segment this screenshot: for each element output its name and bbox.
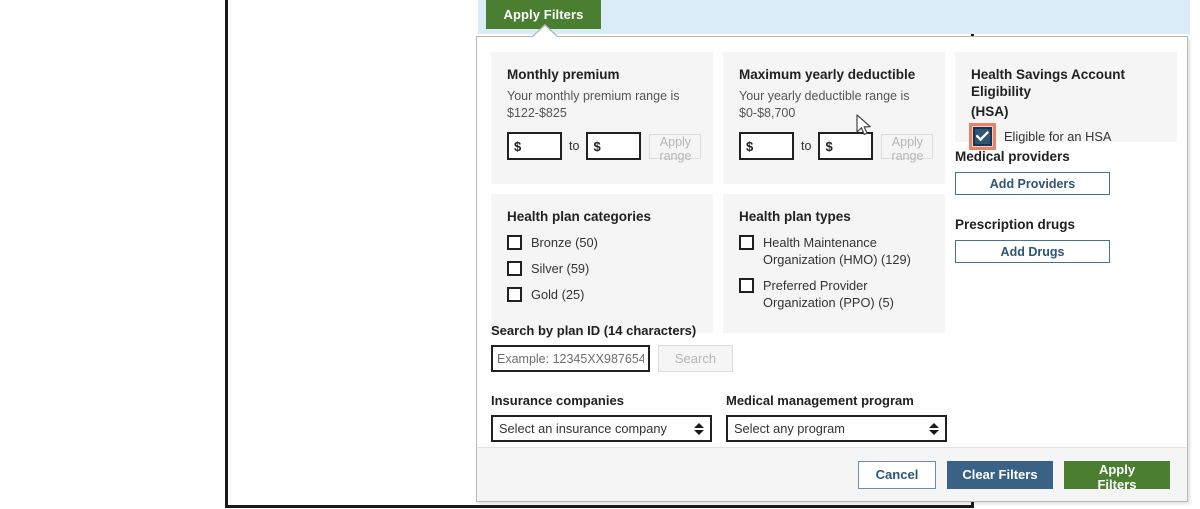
health-plan-types-title: Health plan types <box>739 209 851 224</box>
hsa-checkbox[interactable] <box>969 123 996 150</box>
category-bronze-row[interactable]: Bronze (50) <box>507 234 697 251</box>
monthly-premium-range-text: $122-$825 <box>507 106 567 120</box>
plan-type-ppo-label: Preferred Provider Organization (PPO) (5… <box>763 278 894 310</box>
medical-management-program-select[interactable]: Select any program <box>726 415 947 442</box>
hsa-checkbox-label: Eligible for an HSA <box>1004 129 1112 144</box>
search-by-plan-id-label: Search by plan ID (14 characters) <box>491 323 697 338</box>
health-plan-categories-card: Health plan categories Bronze (50) Silve… <box>491 194 713 333</box>
insurance-companies-select[interactable]: Select an insurance company <box>491 415 712 442</box>
add-providers-button[interactable]: Add Providers <box>955 172 1110 195</box>
plan-type-hmo-row[interactable]: Health Maintenance Organization (HMO) (1… <box>739 234 929 268</box>
category-silver-checkbox[interactable] <box>507 261 522 276</box>
medical-management-program-selected-value: Select any program <box>734 421 845 436</box>
search-by-plan-id-row: Search <box>491 345 733 372</box>
health-plan-types-card: Health plan types Health Maintenance Org… <box>723 194 945 333</box>
panel-caret-fill <box>532 26 558 38</box>
add-drugs-button[interactable]: Add Drugs <box>955 240 1110 263</box>
plan-type-hmo-label: Health Maintenance Organization (HMO) (1… <box>763 235 911 267</box>
category-bronze-label: Bronze (50) <box>531 235 598 250</box>
medical-management-program-group: Medical management program Select any pr… <box>726 393 947 442</box>
monthly-premium-apply-range-button[interactable]: Apply range <box>649 133 702 163</box>
category-gold-row[interactable]: Gold (25) <box>507 286 697 303</box>
medical-management-program-label: Medical management program <box>726 393 914 408</box>
category-gold-label: Gold (25) <box>531 287 585 302</box>
hsa-checkbox-row[interactable]: Eligible for an HSA <box>969 123 1161 150</box>
monthly-premium-to-label: to <box>569 139 580 153</box>
monthly-premium-max-input[interactable] <box>586 132 642 160</box>
medical-providers-title: Medical providers <box>955 149 1070 164</box>
screenshot-canvas: Apply Filters Monthly premium Your month… <box>0 0 1200 509</box>
max-deductible-apply-range-button[interactable]: Apply range <box>881 133 934 163</box>
medical-providers-section: Medical providers Add Providers <box>955 149 1110 195</box>
hsa-eligibility-card: Health Savings Account Eligibility (HSA)… <box>955 52 1177 150</box>
max-deductible-subtitle-line1: Your yearly deductible range is <box>739 89 910 103</box>
plan-type-hmo-checkbox[interactable] <box>739 235 754 250</box>
max-deductible-range-text: $0-$8,700 <box>739 106 796 120</box>
dropdown-filters-row: Insurance companies Select an insurance … <box>491 393 961 442</box>
prescription-drugs-section: Prescription drugs Add Drugs <box>955 217 1110 263</box>
max-yearly-deductible-card: Maximum yearly deductible Your yearly de… <box>723 52 945 184</box>
monthly-premium-min-input[interactable] <box>507 132 562 160</box>
plan-type-ppo-row[interactable]: Preferred Provider Organization (PPO) (5… <box>739 277 929 311</box>
select-updown-arrows-icon <box>928 421 939 437</box>
checkmark-icon <box>976 131 989 142</box>
plan-id-input[interactable] <box>491 345 650 372</box>
panel-footer: Cancel Clear Filters Apply Filters <box>477 447 1187 501</box>
monthly-premium-card: Monthly premium Your monthly premium ran… <box>491 52 713 184</box>
monthly-premium-subtitle-line1: Your monthly premium range is <box>507 89 680 103</box>
prescription-drugs-title: Prescription drugs <box>955 217 1076 232</box>
max-deductible-min-input[interactable] <box>739 132 794 160</box>
max-deductible-to-label: to <box>801 139 812 153</box>
insurance-companies-group: Insurance companies Select an insurance … <box>491 393 712 442</box>
monthly-premium-title: Monthly premium <box>507 67 620 82</box>
search-button[interactable]: Search <box>658 345 733 372</box>
hsa-title-line1: Health Savings Account Eligibility <box>971 67 1126 99</box>
cancel-button[interactable]: Cancel <box>858 460 936 489</box>
apply-filters-button[interactable]: Apply Filters <box>1064 460 1170 492</box>
hsa-checkbox-box[interactable] <box>973 127 992 146</box>
max-deductible-title: Maximum yearly deductible <box>739 67 916 82</box>
monthly-premium-range-row: to Apply range <box>507 132 702 163</box>
filters-dropdown-panel: Monthly premium Your monthly premium ran… <box>476 36 1188 502</box>
health-plan-categories-title: Health plan categories <box>507 209 652 224</box>
mouse-cursor-icon <box>856 114 871 136</box>
plan-type-ppo-checkbox[interactable] <box>739 278 754 293</box>
insurance-companies-selected-value: Select an insurance company <box>499 421 667 436</box>
category-silver-row[interactable]: Silver (59) <box>507 260 697 277</box>
insurance-companies-label: Insurance companies <box>491 393 624 408</box>
clear-filters-button[interactable]: Clear Filters <box>947 460 1053 489</box>
category-bronze-checkbox[interactable] <box>507 235 522 250</box>
select-updown-arrows-icon <box>693 421 704 437</box>
hsa-title-line2: (HSA) <box>971 104 1009 119</box>
category-silver-label: Silver (59) <box>531 261 590 276</box>
max-deductible-range-row: to Apply range <box>739 132 934 163</box>
search-by-plan-id-section: Search by plan ID (14 characters) Search <box>491 323 733 372</box>
category-gold-checkbox[interactable] <box>507 287 522 302</box>
browser-viewport-frame: Apply Filters Monthly premium Your month… <box>225 0 1190 508</box>
